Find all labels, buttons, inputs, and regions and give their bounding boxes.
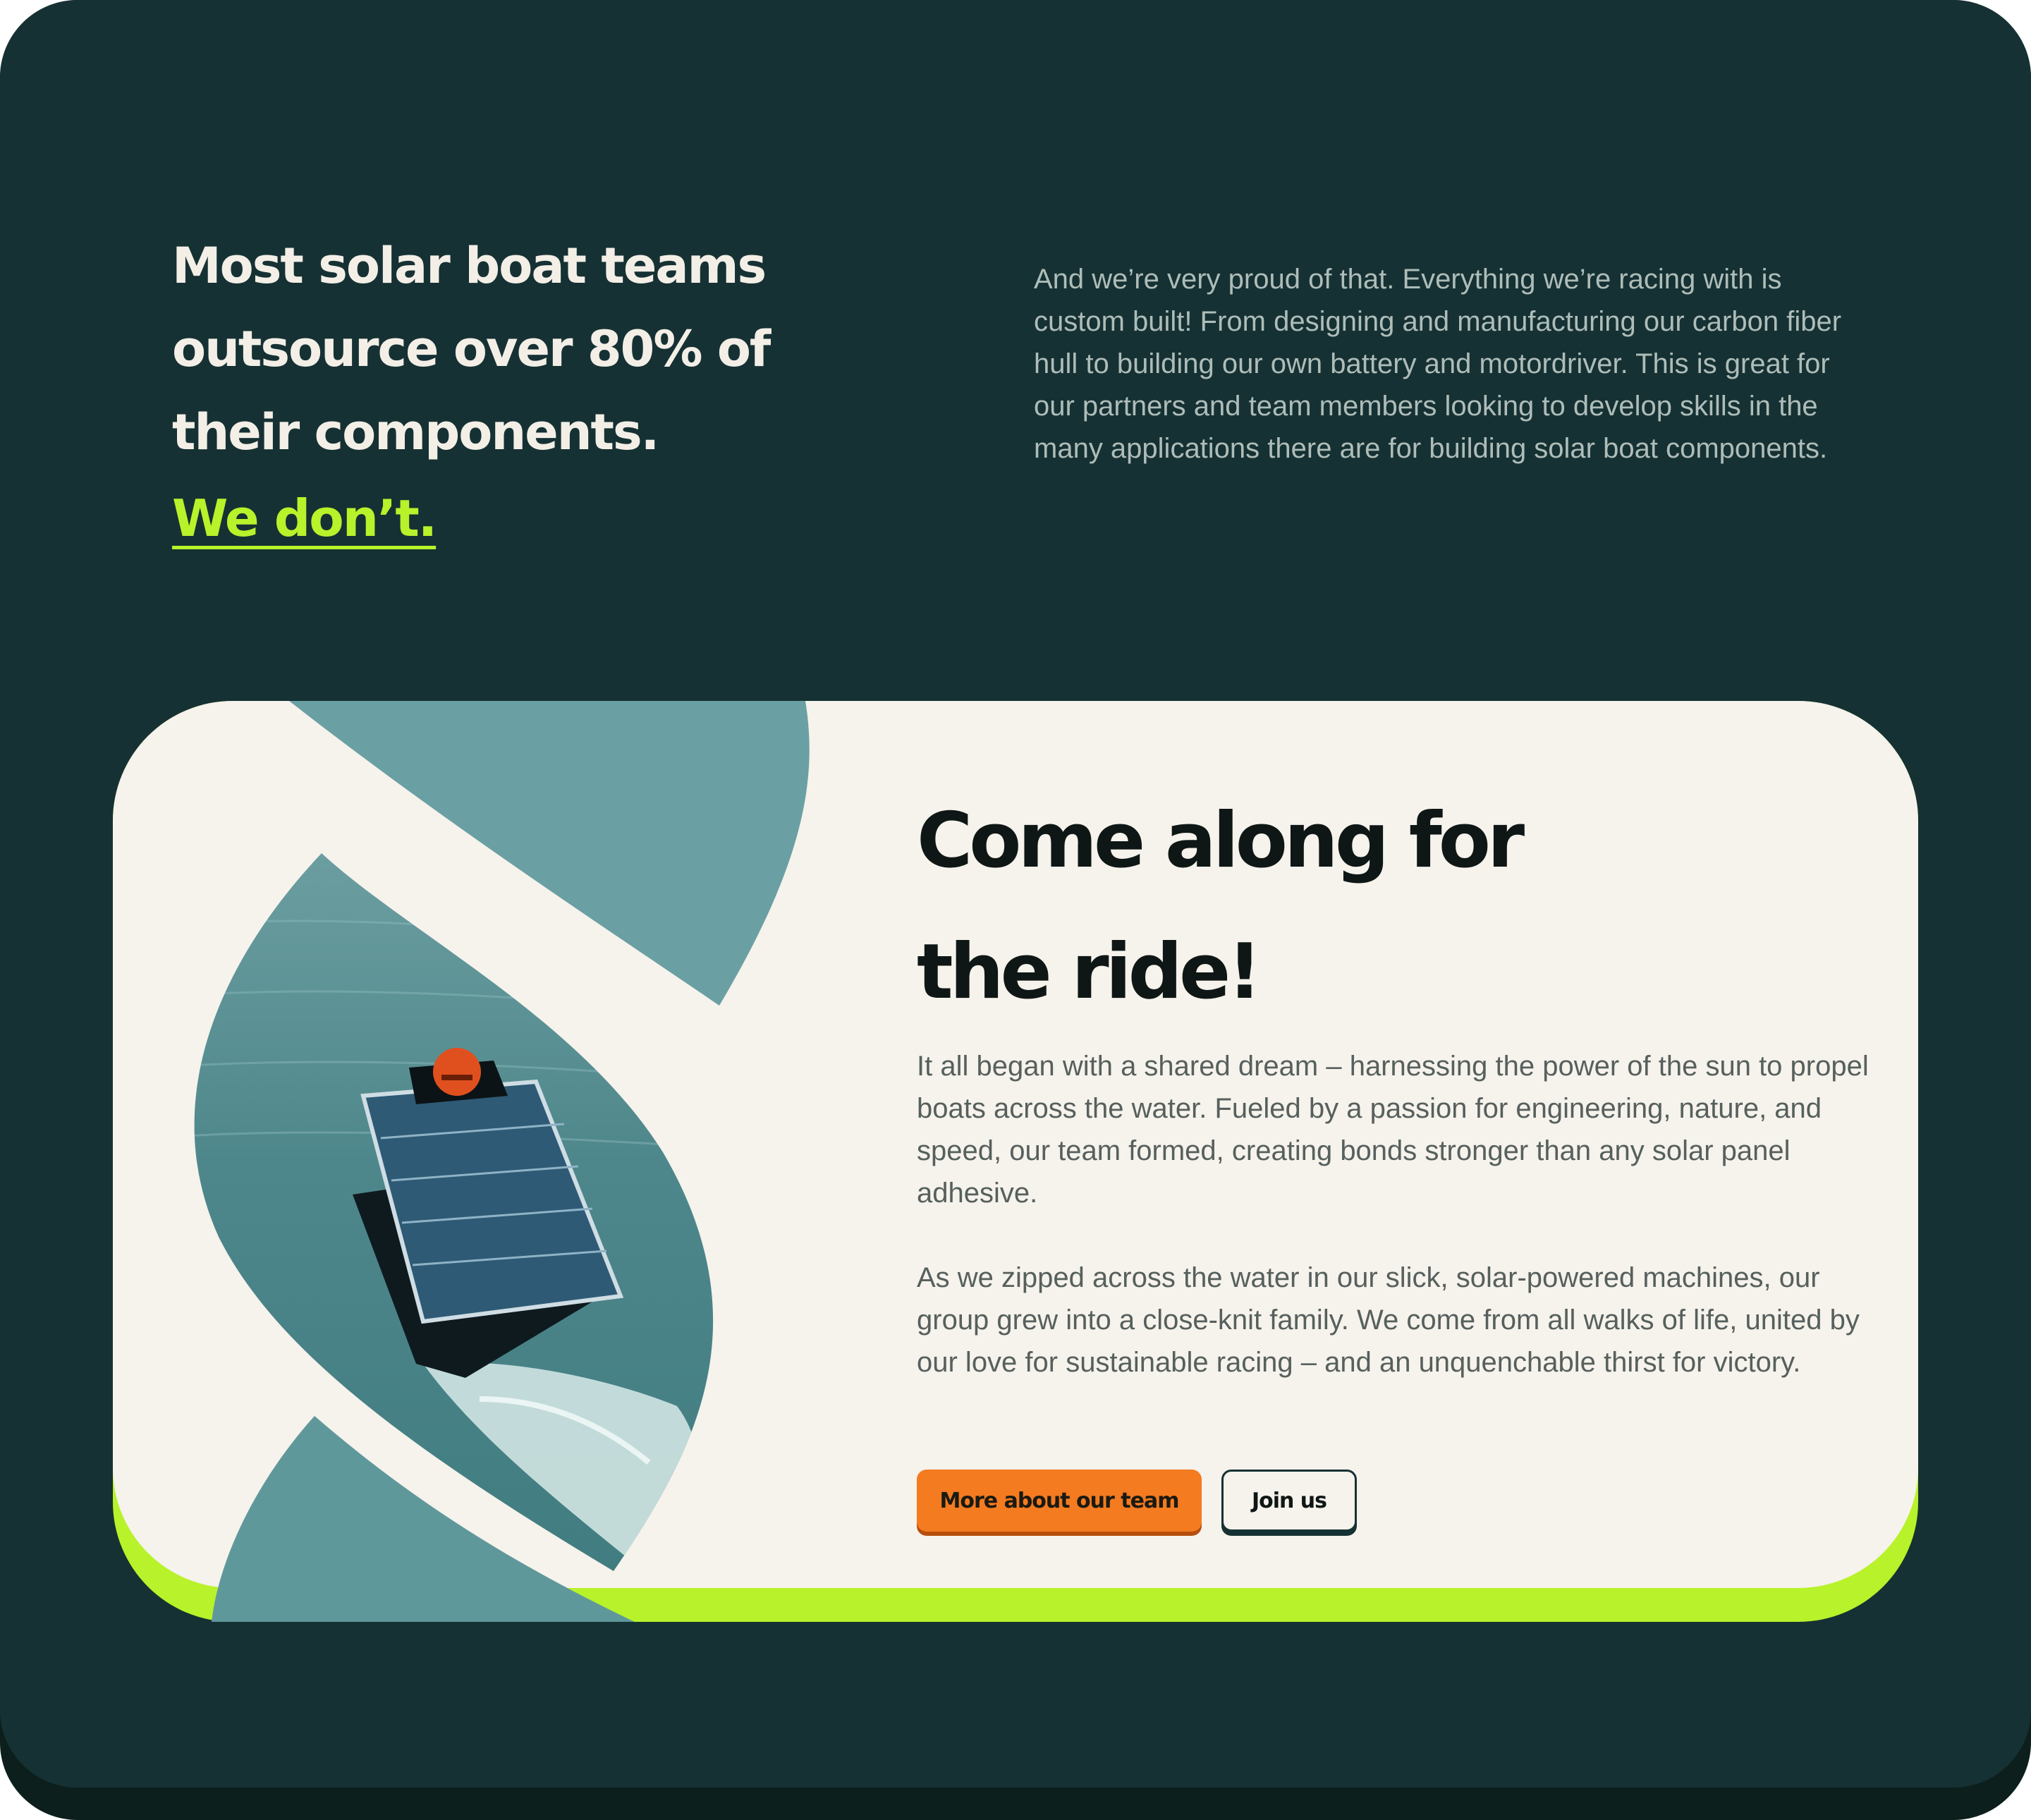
card-paragraph-family: As we zipped across the water in our sli… bbox=[917, 1262, 1860, 1378]
intro-heading-line: Most solar boat teams bbox=[172, 237, 767, 295]
intro-heading: Most solar boat teams outsource over 80%… bbox=[172, 224, 849, 474]
card-title: Come along for the ride! bbox=[917, 776, 1763, 1038]
intro-description: And we’re very proud of that. Everything… bbox=[1034, 264, 1842, 464]
intro-heading-line: their components. bbox=[172, 403, 659, 461]
more-about-team-button[interactable]: More about our team bbox=[917, 1470, 1202, 1532]
intro-heading-line: outsource over 80% of bbox=[172, 320, 771, 378]
card-paragraph-origin: It all began with a shared dream – harne… bbox=[917, 1051, 1869, 1209]
join-us-button[interactable]: Join us bbox=[1221, 1470, 1357, 1532]
boat-photo-collage bbox=[194, 701, 810, 1622]
card-title-line: the ride! bbox=[917, 928, 1262, 1016]
we-dont-link[interactable]: We don’t. bbox=[172, 480, 437, 557]
driver-helmet bbox=[433, 1048, 481, 1096]
card-title-line: Come along for bbox=[917, 797, 1525, 885]
